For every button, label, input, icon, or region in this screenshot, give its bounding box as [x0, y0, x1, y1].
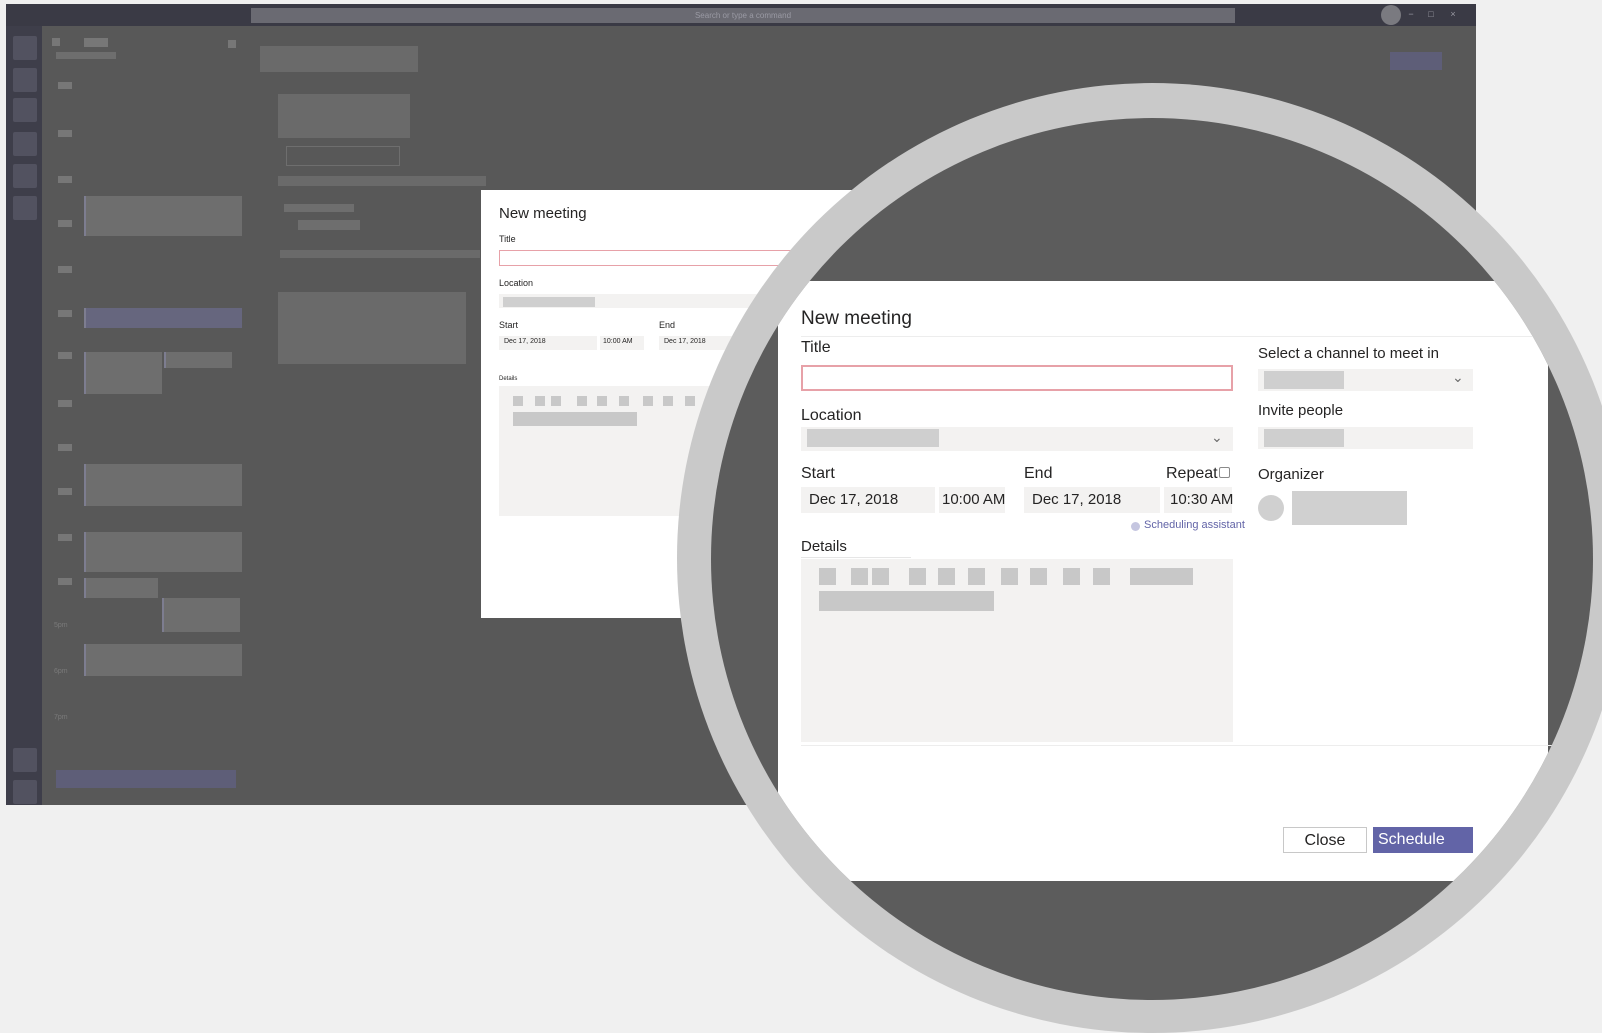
- organizer-name: [1292, 491, 1407, 525]
- details-label: Details: [801, 538, 847, 555]
- repeat-label: Repeat: [1166, 465, 1218, 482]
- underline-icon[interactable]: [872, 568, 889, 585]
- link-icon[interactable]: [1063, 568, 1080, 585]
- rail-chat-icon[interactable]: [13, 68, 37, 92]
- organizer-avatar: [1258, 495, 1284, 521]
- calendar-event[interactable]: [84, 644, 242, 676]
- calendar-event[interactable]: [84, 352, 162, 394]
- pane-action-button[interactable]: [1390, 52, 1442, 70]
- scheduling-assistant-icon: [1131, 522, 1140, 531]
- close-button[interactable]: Close: [1283, 827, 1367, 853]
- end-date-value: Dec 17, 2018: [664, 338, 706, 345]
- start-time-value: 10:00 AM: [603, 338, 633, 345]
- title-input[interactable]: [499, 250, 799, 266]
- end-label: End: [659, 320, 676, 330]
- start-time-field[interactable]: 10:00 AM: [939, 487, 1005, 513]
- back-icon[interactable]: [52, 38, 60, 46]
- end-label: End: [1024, 465, 1053, 482]
- rail-teams-icon[interactable]: [13, 98, 37, 122]
- start-label: Start: [499, 320, 519, 330]
- invite-people-input[interactable]: [1258, 427, 1473, 449]
- calendar-event[interactable]: [84, 196, 242, 236]
- start-date-field[interactable]: Dec 17, 2018: [801, 487, 935, 513]
- title-label: Title: [801, 339, 831, 356]
- new-meeting-dialog: New meeting Title Location ⌄ Start End R…: [778, 281, 1556, 881]
- rail-calls-icon[interactable]: [13, 164, 37, 188]
- calendar-event[interactable]: [164, 352, 232, 368]
- end-time-field[interactable]: 10:30 AM: [1164, 487, 1234, 513]
- command-search-box[interactable]: Search or type a command: [251, 8, 1235, 23]
- rail-files-icon[interactable]: [13, 196, 37, 220]
- date-subheader: [56, 52, 116, 59]
- magnifier-lens: New meeting Title Location ⌄ Start End R…: [711, 118, 1593, 1000]
- rail-calendar-icon[interactable]: [13, 132, 37, 156]
- close-window-icon[interactable]: ×: [1448, 9, 1458, 19]
- title-bar: Search or type a command − □ ×: [6, 4, 1476, 26]
- start-date-value: Dec 17, 2018: [809, 491, 899, 508]
- start-date-value: Dec 17, 2018: [504, 338, 546, 345]
- strikethrough-icon[interactable]: [909, 568, 926, 585]
- scheduling-assistant-link[interactable]: Scheduling assistant: [1144, 519, 1245, 531]
- italic-icon[interactable]: [851, 568, 868, 585]
- end-date-value: Dec 17, 2018: [1032, 491, 1122, 508]
- title-label: Title: [499, 234, 516, 244]
- rail-apps-icon[interactable]: [13, 748, 37, 772]
- numbering-icon[interactable]: [968, 568, 985, 585]
- time-label: 7pm: [54, 714, 68, 721]
- editor-toolbar-row2[interactable]: [819, 591, 994, 611]
- chevron-down-icon[interactable]: ⌄: [1211, 429, 1223, 446]
- schedule-button[interactable]: Schedule: [1373, 827, 1473, 853]
- rail-activity-icon[interactable]: [13, 36, 37, 60]
- calendar-event[interactable]: [84, 578, 158, 598]
- date-header: [84, 38, 108, 47]
- table-icon[interactable]: [1093, 568, 1110, 585]
- outdent-icon[interactable]: [1030, 568, 1047, 585]
- calendar-event[interactable]: [84, 532, 242, 572]
- bold-icon[interactable]: [819, 568, 836, 585]
- dialog-title: New meeting: [499, 205, 587, 222]
- indent-icon[interactable]: [1001, 568, 1018, 585]
- time-label: 5pm: [54, 622, 68, 629]
- pane-title: [260, 46, 418, 72]
- location-input[interactable]: ⌄: [801, 427, 1233, 451]
- location-label: Location: [801, 407, 862, 424]
- maximize-icon[interactable]: □: [1426, 9, 1436, 19]
- bullets-icon[interactable]: [938, 568, 955, 585]
- location-label: Location: [499, 278, 534, 288]
- organizer-label: Organizer: [1258, 466, 1324, 483]
- meet-now-bar[interactable]: [56, 770, 236, 788]
- calendar-pane: 5pm 6pm 7pm: [42, 26, 250, 805]
- start-date-field[interactable]: Dec 17, 2018: [499, 336, 597, 350]
- pane-menu-icon[interactable]: [228, 40, 236, 48]
- calendar-event-selected[interactable]: [84, 308, 242, 328]
- minimize-icon[interactable]: −: [1406, 9, 1416, 19]
- font-style-dropdown[interactable]: [1130, 568, 1193, 585]
- divider: [801, 336, 1556, 337]
- rail-help-icon[interactable]: [13, 780, 37, 804]
- invite-label: Invite people: [1258, 402, 1344, 419]
- dialog-heading: New meeting: [801, 308, 912, 329]
- app-rail: [6, 26, 42, 805]
- channel-label: Select a channel to meet in: [1258, 345, 1439, 362]
- calendar-event[interactable]: [84, 464, 242, 506]
- chevron-down-icon[interactable]: ⌄: [1452, 369, 1464, 386]
- calendar-event[interactable]: [162, 598, 240, 632]
- details-editor[interactable]: [801, 559, 1233, 742]
- details-label: Details: [499, 376, 518, 382]
- title-input[interactable]: [801, 365, 1233, 391]
- start-time-field[interactable]: 10:00 AM: [600, 336, 644, 350]
- start-label: Start: [801, 465, 835, 482]
- start-time-value: 10:00 AM: [942, 491, 1006, 508]
- user-avatar[interactable]: [1381, 5, 1401, 25]
- end-time-value: 10:30 AM: [1170, 491, 1234, 508]
- time-label: 6pm: [54, 668, 68, 675]
- end-date-field[interactable]: Dec 17, 2018: [1024, 487, 1160, 513]
- channel-select[interactable]: ⌄: [1258, 369, 1473, 391]
- repeat-checkbox-icon[interactable]: [1219, 467, 1230, 478]
